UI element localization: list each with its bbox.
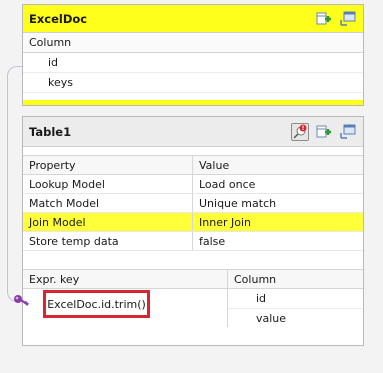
property-value[interactable]: false: [193, 232, 363, 250]
property-value[interactable]: Inner Join: [193, 213, 363, 231]
property-name: Join Model: [23, 213, 193, 231]
property-value[interactable]: Unique match: [193, 194, 363, 212]
minimize-icon[interactable]: [339, 10, 357, 28]
add-column-icon[interactable]: [315, 10, 333, 28]
minimize-icon[interactable]: [339, 123, 357, 141]
exceldoc-row-keys[interactable]: keys: [23, 73, 363, 93]
property-row-match-model[interactable]: Match Model Unique match: [23, 194, 363, 213]
expr-key-table: Expr. key Column id value ExcelDoc.id.tr…: [14, 269, 363, 327]
expr-header-row: Expr. key Column: [23, 270, 363, 289]
exceldoc-header: ExcelDoc: [23, 5, 363, 33]
property-name: Lookup Model: [23, 175, 193, 193]
exceldoc-footer-bar: [23, 100, 363, 105]
property-name: Match Model: [23, 194, 193, 212]
expr-column-column-header: Column: [234, 272, 277, 286]
property-column-header: Property: [23, 156, 193, 174]
property-value[interactable]: Load once: [193, 175, 363, 193]
expr-target-column[interactable]: value: [228, 308, 363, 327]
value-column-header: Value: [199, 158, 230, 172]
expr-target-column[interactable]: id: [228, 289, 363, 308]
warning-filter-icon[interactable]: !: [291, 122, 309, 141]
table1-header: Table1 !: [23, 117, 363, 147]
property-row-store-temp-data[interactable]: Store temp data false: [23, 232, 363, 251]
map-editor-canvas: ExcelDoc Column id keys Table1 ! Propert…: [0, 0, 383, 373]
exceldoc-column-header: Column: [23, 33, 363, 53]
table1-panel: Table1 ! Property Value Lookup Model Loa…: [14, 116, 364, 346]
add-column-icon[interactable]: [315, 123, 333, 141]
expr-key-value: ExcelDoc.id.trim(): [47, 297, 146, 311]
key-icon: [13, 293, 29, 310]
properties-header-row: Property Value: [23, 156, 363, 175]
property-name: Store temp data: [23, 232, 193, 250]
property-row-lookup-model[interactable]: Lookup Model Load once: [23, 175, 363, 194]
join-connector-line: [7, 66, 23, 302]
svg-text:!: !: [302, 125, 305, 132]
property-row-join-model[interactable]: Join Model Inner Join: [23, 213, 363, 232]
exceldoc-row-id[interactable]: id: [23, 53, 363, 73]
table1-title: Table1: [29, 124, 72, 139]
expr-key-column-header: Expr. key: [23, 270, 228, 288]
expr-key-input[interactable]: ExcelDoc.id.trim(): [43, 290, 150, 318]
exceldoc-title: ExcelDoc: [29, 11, 88, 26]
properties-table: Property Value Lookup Model Load once Ma…: [23, 155, 363, 251]
exceldoc-panel: ExcelDoc Column id keys: [22, 4, 364, 106]
